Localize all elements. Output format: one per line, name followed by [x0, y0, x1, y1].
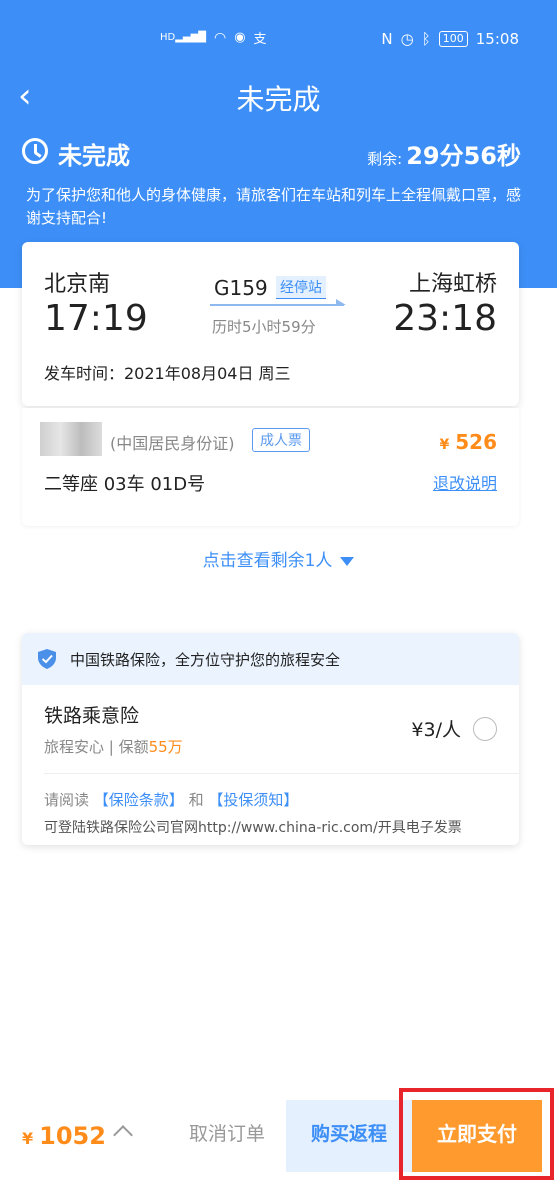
remaining-time: 剩余: 29分56秒 — [367, 136, 521, 171]
to-station: 上海虹桥 — [408, 272, 497, 297]
nav-bar: ‹ 未完成 — [0, 70, 557, 126]
total-price[interactable]: ¥1052 — [22, 1122, 106, 1150]
departure-date: 发车时间：2021年08月04日 周三 — [44, 364, 291, 383]
insurance-notice-link[interactable]: 【投保须知】 — [208, 791, 298, 809]
route-arrow-icon — [210, 299, 346, 306]
insurance-header: 中国铁路保险，全方位守护您的旅程安全 — [22, 633, 519, 685]
insurance-amount: 55万 — [148, 738, 183, 756]
shield-icon — [38, 649, 56, 669]
alipay-icon: 支 — [253, 32, 267, 47]
read-and: 和 — [188, 791, 204, 809]
departure-time: 17:19 — [44, 298, 148, 339]
show-more-label: 点击查看剩余1人 — [202, 551, 333, 571]
page-title: 未完成 — [236, 83, 321, 116]
read-prefix: 请阅读 — [44, 791, 90, 809]
id-type: (中国居民身份证) — [110, 434, 235, 453]
insurance-read-line: 请阅读 【保险条款】 和 【投保须知】 — [44, 789, 298, 810]
bluetooth-icon: ᛒ — [421, 30, 431, 48]
divider — [44, 773, 519, 774]
passenger-name-blurred — [40, 422, 102, 456]
highlight-box — [399, 1088, 554, 1180]
from-station: 北京南 — [44, 272, 111, 297]
clock-icon — [22, 138, 48, 164]
caret-down-icon — [340, 556, 355, 566]
insurance-radio[interactable] — [473, 717, 497, 741]
trip-duration: 历时5小时59分 — [212, 318, 316, 336]
insurance-price: ¥3/人 — [411, 719, 461, 741]
order-status-label: 未完成 — [58, 142, 130, 170]
insurance-card: 中国铁路保险，全方位守护您的旅程安全 铁路乘意险 旅程安心 | 保额55万 ¥3… — [22, 633, 519, 845]
total-value: 1052 — [39, 1122, 106, 1150]
ticket-type-badge: 成人票 — [252, 428, 310, 452]
train-number: G159 — [214, 276, 268, 300]
wifi-icon: ◠ — [213, 29, 227, 46]
status-bar: HD▂▄▆█ ◠ ◉ 支 N ◷ ᛒ 100 15:08 — [0, 22, 557, 58]
show-more-passengers[interactable]: 点击查看剩余1人 — [0, 546, 557, 571]
hd-signal-icon: HD▂▄▆█ — [160, 32, 206, 43]
total-currency: ¥ — [22, 1129, 34, 1148]
price-value: 526 — [455, 430, 497, 454]
insurance-terms-link[interactable]: 【保险条款】 — [94, 791, 184, 809]
nfc-icon: N — [381, 30, 393, 48]
stops-link[interactable]: 经停站 — [276, 276, 326, 299]
battery-indicator: 100 — [438, 31, 468, 47]
alarm-icon: ◷ — [400, 30, 414, 48]
health-notice: 为了保护您和他人的身体健康，请旅客们在车站和列车上全程佩戴口罩，感谢支持配合! — [26, 186, 522, 227]
price-currency: ¥ — [439, 437, 450, 453]
order-status-row: 未完成 剩余: 29分56秒 — [22, 136, 521, 170]
passenger-card: (中国居民身份证) 成人票 ¥526 二等座 03车 01D号 退改说明 — [22, 408, 519, 526]
insurance-name: 铁路乘意险 — [44, 705, 140, 727]
chevron-up-icon[interactable] — [113, 1125, 133, 1145]
wechat-icon: ◉ — [234, 30, 246, 45]
remaining-value: 29分56秒 — [406, 142, 521, 170]
invoice-site-text: 可登陆铁路保险公司官网http://www.china-ric.com/开具电子… — [44, 820, 462, 836]
status-time: 15:08 — [475, 30, 519, 48]
remaining-label: 剩余: — [367, 150, 403, 168]
refund-policy-link[interactable]: 退改说明 — [433, 470, 497, 494]
cancel-order-button[interactable]: 取消订单 — [168, 1100, 286, 1172]
trip-card: 北京南 上海虹桥 17:19 23:18 G159 经停站 历时5小时59分 发… — [22, 242, 519, 406]
ticket-price: ¥526 — [440, 430, 498, 454]
insurance-desc-prefix: 旅程安心 | 保额 — [44, 738, 149, 756]
arrival-time: 23:18 — [393, 298, 497, 339]
insurance-header-text: 中国铁路保险，全方位守护您的旅程安全 — [70, 651, 341, 669]
buy-return-button[interactable]: 购买返程 — [286, 1100, 412, 1172]
insurance-desc: 旅程安心 | 保额55万 — [44, 736, 183, 757]
seat-info: 二等座 03车 01D号 — [44, 474, 206, 495]
